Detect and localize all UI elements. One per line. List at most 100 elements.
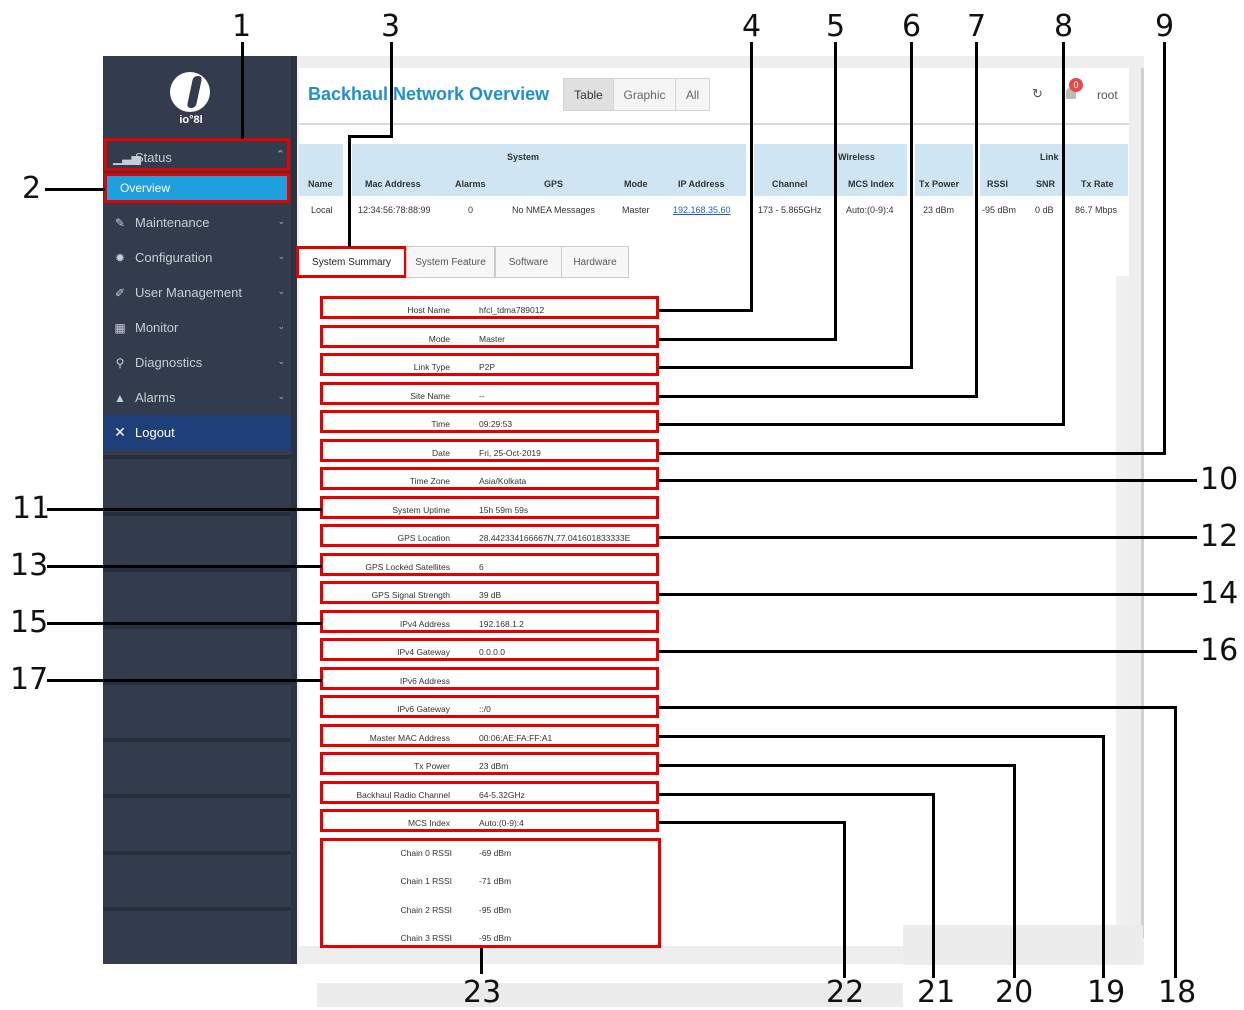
summary-value: 00:06:AE:FA:FF:A1 bbox=[479, 733, 553, 743]
rssi-value: -95 dBm bbox=[479, 905, 512, 915]
table-cell: 0 bbox=[468, 205, 474, 215]
summary-label: Site Name bbox=[410, 391, 450, 401]
callout-number: 17 bbox=[10, 662, 49, 697]
table-cell: 0 dB bbox=[1035, 205, 1054, 215]
view-graphic-button[interactable]: Graphic bbox=[613, 78, 676, 111]
rssi-row: Chain 2 RSSI -95 dBm bbox=[323, 902, 658, 918]
sidebar-item-label: User Management bbox=[135, 285, 242, 300]
callout-number: 2 bbox=[22, 171, 42, 206]
chevron-down-icon: ⌄ bbox=[277, 321, 285, 331]
divider bbox=[103, 907, 291, 911]
view-table-button[interactable]: Table bbox=[563, 78, 614, 111]
callout-line bbox=[1062, 42, 1065, 426]
summary-value: 23 dBm bbox=[479, 761, 509, 771]
callout-line bbox=[659, 821, 846, 824]
column-header: Channel bbox=[772, 179, 808, 189]
chevron-down-icon: ⌄ bbox=[277, 216, 285, 226]
tab-system-summary[interactable]: System Summary bbox=[296, 246, 407, 278]
summary-value: Auto:(0-9):4 bbox=[479, 818, 524, 828]
summary-label: Time bbox=[431, 419, 450, 429]
summary-label: GPS Signal Strength bbox=[371, 590, 450, 600]
sidebar-item-label: Diagnostics bbox=[135, 355, 203, 370]
callout-line bbox=[1013, 764, 1016, 978]
callout-line bbox=[659, 735, 1105, 738]
gear-icon: ✹ bbox=[114, 250, 126, 265]
sidebar-item-diagnostics[interactable]: ⚲ Diagnostics ⌄ bbox=[103, 345, 291, 380]
summary-label: Backhaul Radio Channel bbox=[356, 790, 450, 800]
callout-number: 18 bbox=[1158, 975, 1197, 1010]
callout-number: 21 bbox=[917, 975, 956, 1010]
callout-number: 12 bbox=[1200, 519, 1239, 554]
callout-line bbox=[47, 565, 322, 568]
summary-row: Time Zone Asia/Kolkata bbox=[320, 467, 659, 490]
callout-number: 14 bbox=[1200, 576, 1239, 611]
ip-address-link-text[interactable]: 192.168.35.60 bbox=[673, 205, 731, 215]
summary-value: hfcl_tdma789012 bbox=[479, 305, 545, 315]
rssi-row: Chain 3 RSSI -95 dBm bbox=[323, 930, 658, 946]
callout-line bbox=[659, 479, 1197, 482]
summary-row: Backhaul Radio Channel 64-5.32GHz bbox=[320, 781, 659, 804]
sidebar-item-configuration[interactable]: ✹ Configuration ⌄ bbox=[103, 240, 291, 275]
content-scrollbar[interactable] bbox=[1116, 276, 1129, 926]
summary-label: Date bbox=[432, 448, 450, 458]
table-cell: 23 dBm bbox=[923, 205, 955, 215]
callout-number: 16 bbox=[1200, 633, 1239, 668]
callout-number: 23 bbox=[463, 975, 502, 1010]
callout-line bbox=[47, 622, 322, 625]
column-header: GPS bbox=[544, 179, 564, 189]
ip-address-link[interactable]: 192.168.35.60 bbox=[673, 205, 731, 215]
summary-value: 64-5.32GHz bbox=[479, 790, 525, 800]
scrollbar[interactable] bbox=[1141, 68, 1144, 938]
user-name[interactable]: root bbox=[1097, 88, 1118, 102]
summary-row: Tx Power 23 dBm bbox=[320, 752, 659, 775]
summary-label: IPv6 Gateway bbox=[397, 704, 450, 714]
table-cell: Master bbox=[622, 205, 650, 215]
pencil-icon: ✐ bbox=[114, 285, 126, 300]
highlight-status bbox=[104, 138, 290, 171]
summary-label: System Uptime bbox=[392, 505, 450, 515]
sidebar-item-alarms[interactable]: ▲ Alarms ⌄ bbox=[103, 380, 291, 415]
summary-value: 0.0.0.0 bbox=[479, 647, 505, 657]
callout-number: 15 bbox=[10, 605, 49, 640]
notification-badge: 0 bbox=[1069, 78, 1083, 92]
sidebar-item-user-management[interactable]: ✐ User Management ⌄ bbox=[103, 275, 291, 310]
table-cell: 173 - 5.865GHz bbox=[758, 205, 822, 215]
tab-system-feature[interactable]: System Feature bbox=[406, 246, 495, 278]
callout-line bbox=[659, 793, 935, 796]
rssi-label: Chain 1 RSSI bbox=[400, 876, 453, 886]
callout-line bbox=[659, 366, 913, 369]
chevron-down-icon: ⌄ bbox=[277, 286, 285, 296]
refresh-icon[interactable]: ↻ bbox=[1032, 86, 1043, 102]
callout-number: 9 bbox=[1155, 9, 1175, 44]
summary-label: GPS Locked Satellites bbox=[365, 562, 450, 572]
callout-line bbox=[659, 309, 753, 312]
tab-software[interactable]: Software bbox=[495, 246, 562, 278]
callout-line bbox=[659, 338, 837, 341]
column-header: Tx Power bbox=[919, 179, 960, 189]
summary-label: Master MAC Address bbox=[369, 733, 450, 743]
summary-label: MCS Index bbox=[407, 818, 450, 828]
sidebar-item-label: Logout bbox=[135, 425, 175, 440]
summary-row: IPv4 Address 192.168.1.2 bbox=[320, 610, 659, 633]
tab-hardware[interactable]: Hardware bbox=[561, 246, 629, 278]
view-all-button[interactable]: All bbox=[675, 78, 710, 111]
column-header: Mode bbox=[624, 179, 648, 189]
callout-number: 7 bbox=[967, 9, 987, 44]
wrench-icon: ✎ bbox=[114, 215, 126, 230]
rssi-value: -71 dBm bbox=[479, 876, 512, 886]
summary-label: IPv4 Address bbox=[399, 619, 450, 629]
sidebar-item-monitor[interactable]: ▦ Monitor ⌄ bbox=[103, 310, 291, 345]
bottom-strip bbox=[317, 983, 903, 1007]
summary-value: ::/0 bbox=[479, 704, 491, 714]
summary-label: IPv6 Address bbox=[399, 676, 450, 686]
sidebar-item-maintenance[interactable]: ✎ Maintenance ⌄ bbox=[103, 205, 291, 240]
divider bbox=[103, 738, 291, 742]
sidebar-item-logout[interactable]: ✕ Logout bbox=[103, 415, 291, 450]
summary-row: Site Name -- bbox=[320, 382, 659, 405]
callout-number: 1 bbox=[232, 9, 252, 44]
divider bbox=[103, 851, 291, 855]
callout-number: 20 bbox=[995, 975, 1034, 1010]
table-cell: Auto:(0-9):4 bbox=[846, 205, 894, 215]
callout-line bbox=[750, 42, 753, 312]
sidebar-item-label: Maintenance bbox=[135, 215, 210, 230]
